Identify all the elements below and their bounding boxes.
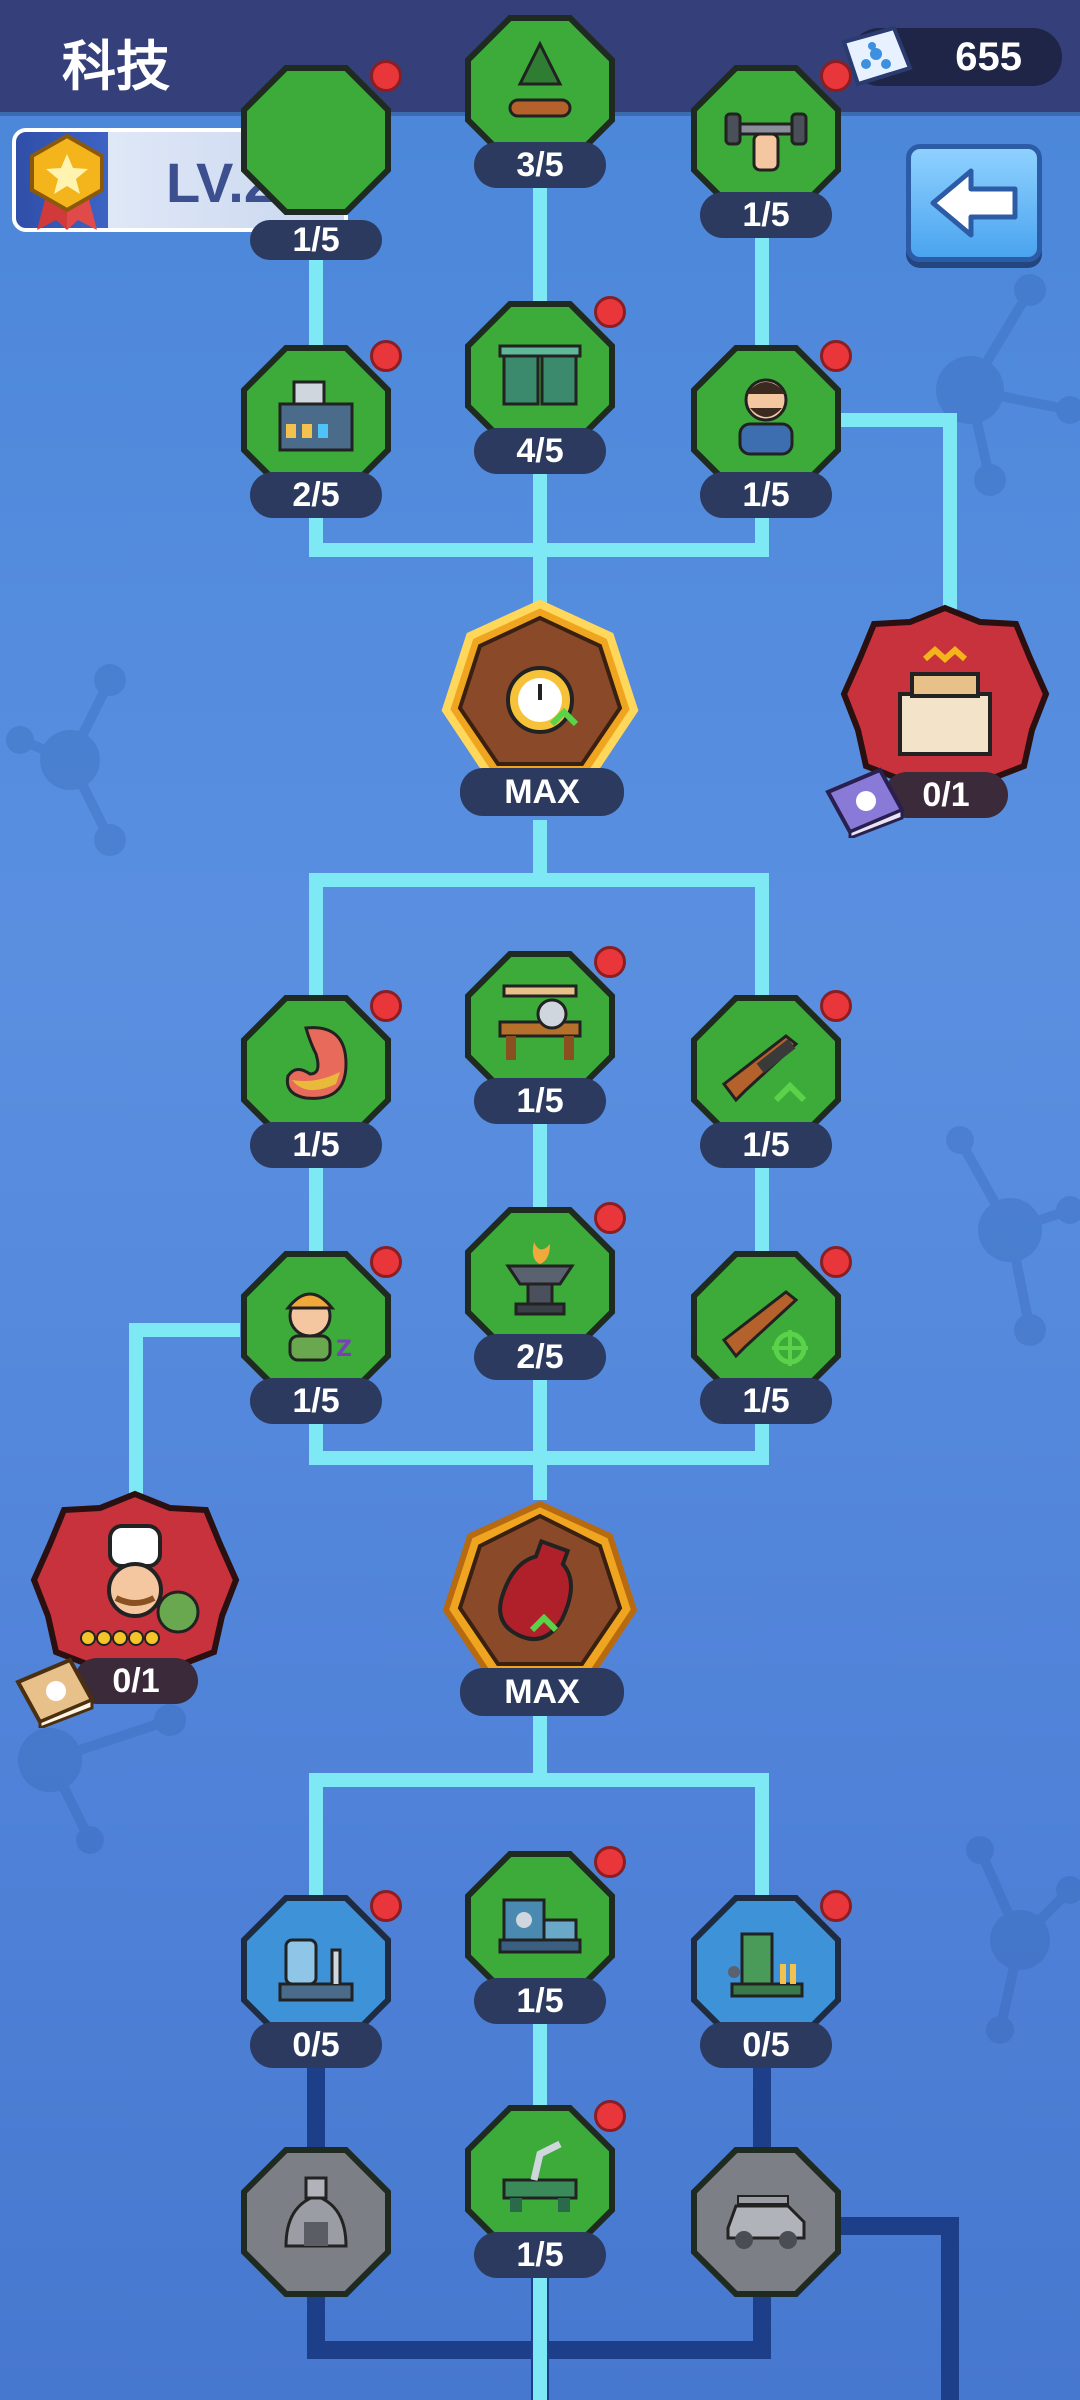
locked-tech-node[interactable] [686,2142,846,2302]
chef-book-icon [15,1657,95,1728]
lab-equipment-icon [278,1938,354,2002]
notification-dot [370,1246,402,1278]
notification-dot [370,60,402,92]
tech-level-label: 1/5 [700,1122,832,1168]
tech-level-label: 1/5 [474,1078,606,1124]
notification-dot [370,340,402,372]
tech-node[interactable]: 4/5 [460,296,626,474]
stomach-icon [285,1026,348,1100]
recycling-bins-icon [498,344,582,406]
soldier-icon [738,378,794,456]
notification-dot [370,1890,402,1922]
tech-node[interactable]: 0/5 [686,1890,852,2068]
locked-machine-icon [284,2176,348,2248]
tech-level-label: 1/5 [474,2232,606,2278]
lumber-icon [508,40,572,118]
page-title: 科技 [62,35,170,98]
tech-node[interactable]: 1/5 [460,946,626,1124]
notification-dot [594,1202,626,1234]
tech-node[interactable]: 2/5 [236,340,402,518]
tech-level-label: 1/5 [250,220,382,260]
tech-level-label: 0/5 [700,2022,832,2068]
dumbbell-icon [724,112,808,172]
notification-dot [594,2100,626,2132]
robotic-arm-icon [502,2140,578,2212]
tech-node[interactable]: 1/5 [236,60,402,260]
notification-dot [820,60,852,92]
tech-level-label: 1/5 [700,472,832,518]
tech-level-label: 1/5 [700,192,832,238]
currency-value: 655 [955,35,1022,79]
kitchen-stove-icon [278,380,354,452]
tech-level-label: 2/5 [250,472,382,518]
locked-tech-node[interactable] [236,2142,396,2302]
tech-node[interactable]: Z 1/5 [236,1246,402,1424]
tech-level-label: 2/5 [474,1334,606,1380]
milestone-level-label: MAX [460,768,624,816]
svg-text:Z: Z [336,1337,352,1362]
saw-workbench-icon [498,984,582,1060]
tech-node[interactable]: 1/5 [236,990,402,1168]
sleeping-worker-icon: Z [284,1292,352,1362]
tech-level-label: 1/5 [250,1378,382,1424]
tech-node[interactable]: 1/5 [460,2100,626,2278]
tech-level-label: 1/5 [700,1378,832,1424]
notification-dot [594,1846,626,1878]
notification-dot [820,1890,852,1922]
tech-node[interactable]: 1/5 [460,1846,626,2024]
tech-node[interactable]: 1/5 [686,340,852,518]
notification-dot [820,340,852,372]
anvil-forge-icon [505,1242,575,1316]
arrow-left-icon [930,168,1018,238]
milestone-level-label: MAX [460,1668,624,1716]
notification-dot [820,990,852,1022]
back-button[interactable] [906,144,1042,262]
tech-node[interactable]: 0/5 [236,1890,402,2068]
ammo-press-icon [728,1932,804,1998]
tech-node[interactable]: 1/5 [686,990,852,1168]
notification-dot [370,990,402,1022]
notification-dot [594,296,626,328]
tech-level-label: 4/5 [474,428,606,474]
rifle-upgrade-icon [721,1034,807,1103]
tech-level-label: 3/5 [474,142,606,188]
milestone-node[interactable]: MAX [440,599,640,816]
locked-vehicle-icon [726,2195,806,2249]
notification-dot [594,946,626,978]
tech-node[interactable]: 3/5 [460,10,620,188]
notification-dot [820,1246,852,1278]
skill-book-icon [825,767,905,838]
tech-node[interactable]: 2/5 [460,1202,626,1380]
tech-level-label: 1/5 [474,1978,606,2024]
tech-level-label: 0/5 [250,2022,382,2068]
tech-node[interactable]: 1/5 [686,1246,852,1424]
medal-icon [30,133,104,230]
rifle-aim-icon [721,1290,808,1366]
milestone-node[interactable]: MAX [440,1500,640,1716]
tech-level-label: 1/5 [250,1122,382,1168]
lathe-machine-icon [498,1898,582,1954]
tech-node[interactable]: 1/5 [686,60,852,238]
